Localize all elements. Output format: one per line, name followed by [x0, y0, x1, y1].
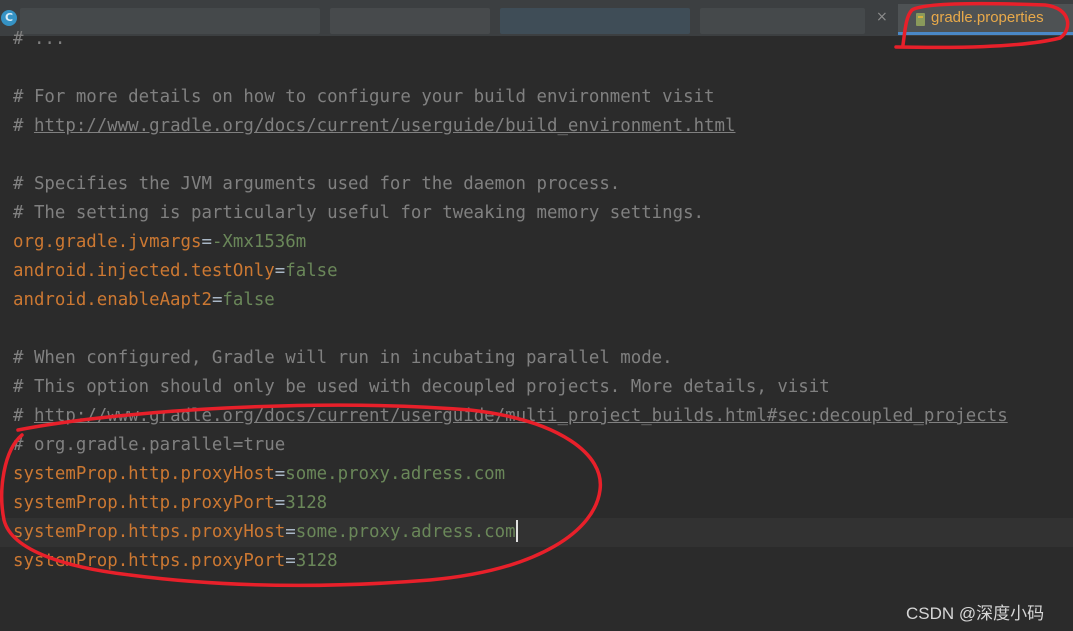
code-line[interactable]: # http://www.gradle.org/docs/current/use…: [13, 402, 1008, 431]
code-line[interactable]: # http://www.gradle.org/docs/current/use…: [13, 112, 735, 141]
blurred-tab[interactable]: [500, 8, 690, 34]
properties-file-icon: [916, 13, 925, 26]
code-line[interactable]: systemProp.http.proxyHost=some.proxy.adr…: [13, 460, 505, 489]
operator: =: [274, 493, 286, 513]
code-line[interactable]: # For more details on how to configure y…: [13, 83, 715, 112]
editor-tab-bar: C × gradle.properties: [0, 0, 1073, 36]
operator: =: [285, 551, 296, 571]
property-key: android.injected.testOnly: [13, 261, 275, 281]
operator: =: [274, 261, 286, 281]
code-line[interactable]: # When configured, Gradle will run in in…: [13, 344, 673, 373]
comment-text: #: [13, 406, 34, 426]
code-line[interactable]: systemProp.https.proxyHost=some.proxy.ad…: [13, 518, 518, 547]
property-value: false: [222, 290, 275, 310]
blurred-tab[interactable]: [330, 8, 490, 34]
property-value: some.proxy.adress.com: [295, 522, 516, 542]
property-key: android.enableAapt2: [13, 290, 212, 310]
comment-text: #: [13, 116, 34, 136]
comment-text: # This option should only be used with d…: [13, 377, 830, 397]
comment-link[interactable]: http://www.gradle.org/docs/current/userg…: [34, 406, 1008, 426]
close-tab-icon[interactable]: ×: [876, 9, 888, 25]
tab-gradle-properties[interactable]: gradle.properties: [898, 4, 1073, 35]
comment-text: # The setting is particularly useful for…: [13, 203, 705, 223]
property-value: 3128: [295, 551, 338, 571]
code-line[interactable]: # This option should only be used with d…: [13, 373, 830, 402]
active-tab-label: gradle.properties: [931, 9, 1044, 26]
property-key: systemProp.https.proxyHost: [13, 522, 286, 542]
code-line[interactable]: org.gradle.jvmargs=-Xmx1536m: [13, 228, 306, 257]
property-key: org.gradle.jvmargs: [13, 232, 202, 252]
comment-text: # For more details on how to configure y…: [13, 87, 715, 107]
property-key: systemProp.http.proxyHost: [13, 464, 275, 484]
operator: =: [285, 522, 296, 542]
code-editor[interactable]: # ... # For more details on how to config…: [0, 29, 1073, 631]
comment-text: # org.gradle.parallel=true: [13, 435, 286, 455]
operator: =: [211, 290, 223, 310]
comment-text: # ...: [13, 29, 66, 49]
operator: =: [274, 464, 286, 484]
property-value: false: [285, 261, 338, 281]
operator: =: [201, 232, 212, 252]
property-key: systemProp.http.proxyPort: [13, 493, 275, 513]
code-line[interactable]: # ...: [13, 25, 65, 54]
code-line[interactable]: android.injected.testOnly=false: [13, 257, 338, 286]
code-line[interactable]: systemProp.http.proxyPort=3128: [13, 489, 327, 518]
class-file-icon: C: [1, 10, 17, 26]
property-value: some.proxy.adress.com: [285, 464, 506, 484]
property-value: -Xmx1536m: [211, 232, 307, 252]
property-key: systemProp.https.proxyPort: [13, 551, 286, 571]
code-line[interactable]: systemProp.https.proxyPort=3128: [13, 547, 338, 576]
blurred-tab[interactable]: [700, 8, 865, 34]
code-line[interactable]: android.enableAapt2=false: [13, 286, 275, 315]
code-line[interactable]: # Specifies the JVM arguments used for t…: [13, 170, 620, 199]
watermark: CSDN @深度小码: [906, 604, 1045, 623]
comment-link[interactable]: http://www.gradle.org/docs/current/userg…: [34, 116, 736, 136]
code-line[interactable]: # The setting is particularly useful for…: [13, 199, 704, 228]
text-caret: [515, 520, 518, 542]
property-value: 3128: [285, 493, 328, 513]
ide-window: C × gradle.properties # ... # For more de…: [0, 0, 1073, 631]
comment-text: # Specifies the JVM arguments used for t…: [13, 174, 621, 194]
comment-text: # When configured, Gradle will run in in…: [13, 348, 673, 368]
code-line[interactable]: # org.gradle.parallel=true: [13, 431, 285, 460]
